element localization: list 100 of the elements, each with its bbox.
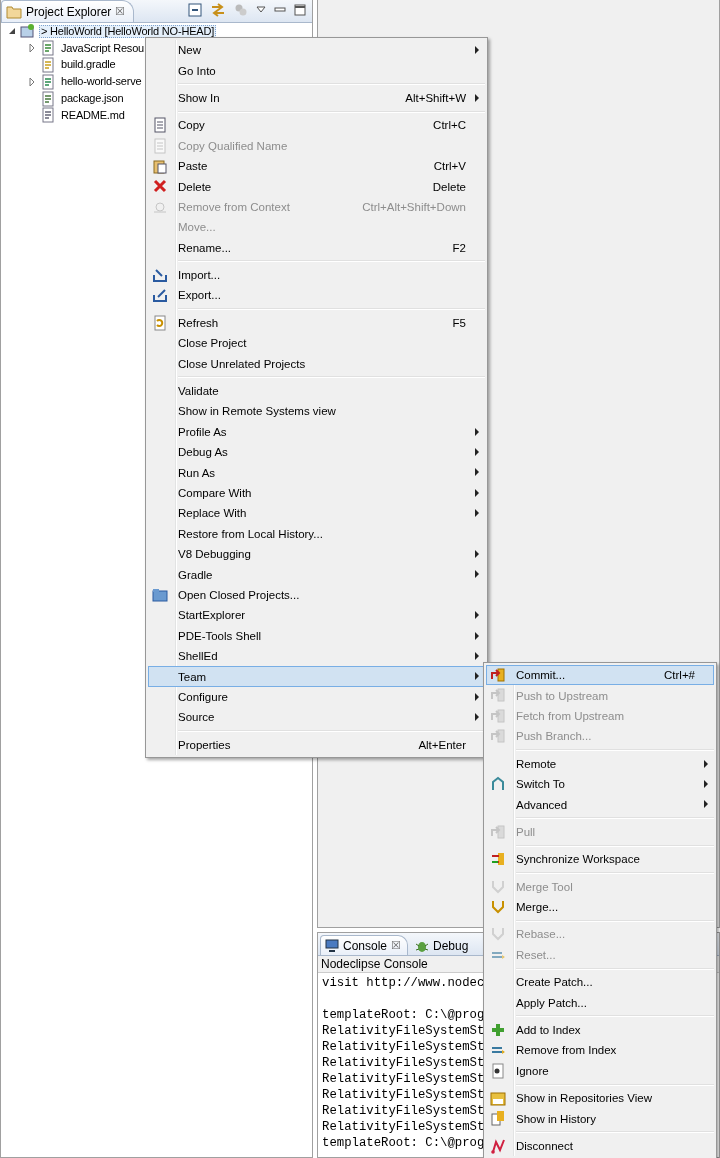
menu-item[interactable]: Gradle [148,564,485,585]
console-line: RelativityFileSystemSt [322,1024,485,1038]
view-menu-icon[interactable] [256,6,266,14]
delete-icon [152,178,168,195]
tree-item[interactable]: package.json [59,92,126,106]
menu-item[interactable]: Apply Patch... [486,992,714,1013]
menu-item[interactable]: V8 Debugging [148,544,485,565]
menu-item[interactable]: Properties Alt+Enter [148,734,485,755]
shortcut-label: F2 [452,241,466,254]
collapsed-arrow-icon[interactable] [27,76,37,87]
shortcut-label: Ctrl+V [433,160,466,173]
branch-icon [490,775,506,792]
refresh-icon [152,314,168,331]
tab-title: Project Explorer [26,4,112,19]
menu-item[interactable]: Remote [486,753,714,774]
menu-item[interactable]: Compare With [148,482,485,504]
shortcut-label: F5 [452,316,466,329]
close-icon[interactable]: ☒ [391,939,402,952]
tree-item[interactable]: README.md [59,108,127,122]
menu-item[interactable]: PDE-Tools Shell [148,625,485,646]
disconnect-icon [490,1137,506,1154]
folder-icon [6,4,22,19]
shortcut-label: Delete [432,180,466,193]
close-icon[interactable]: ☒ [115,5,126,18]
project-icon [20,23,36,40]
clipboard-icon [152,157,168,174]
menu-item[interactable]: Export... [148,285,485,306]
maximize-icon[interactable] [294,4,306,16]
menu-item[interactable]: Validate [148,380,485,402]
view-tab[interactable]: Debug [410,935,476,955]
monitor-icon [325,939,339,952]
file-icon [40,90,56,107]
menu-item[interactable]: Merge... [486,896,714,918]
tree-item[interactable]: > HelloWorld [HelloWorld NO-HEAD] [39,24,216,38]
menu-item[interactable]: Show in History [486,1108,714,1129]
link-icon[interactable] [210,3,226,17]
menu-item[interactable]: Ignore [486,1060,714,1082]
menu-item[interactable]: Switch To [486,773,714,795]
rebase-icon [490,926,506,943]
file-icon [40,40,56,57]
menu-item[interactable]: Commit... Ctrl+# [486,665,714,686]
menu-item[interactable]: Import... [148,264,485,286]
console-line: templateRoot: C:\@prog [322,1008,485,1022]
merge-icon [490,898,506,915]
console-line: RelativityFileSystemSt [322,1040,485,1054]
menu-item[interactable]: Team [148,666,485,687]
view-tab[interactable]: Project Explorer ☒ [1,0,135,22]
menu-item[interactable]: Debug As [148,442,485,463]
menu-item[interactable]: Synchronize Workspace [486,849,714,870]
menu-item[interactable]: Disconnect [486,1135,714,1157]
view-tab[interactable]: Console ☒ [320,935,409,955]
file-icon [40,107,56,124]
minimize-icon[interactable] [274,5,286,15]
menu-item[interactable]: Go Into [148,60,485,81]
menu-item[interactable]: Restore from Local History... [148,523,485,544]
sync-icon [490,851,506,868]
expanded-arrow-icon[interactable] [7,26,17,37]
menu-item[interactable]: Delete Delete [148,176,485,197]
menu-item[interactable]: Run As [148,462,485,483]
menu-item[interactable]: Source [148,707,485,728]
collapse-all-icon[interactable] [188,3,202,17]
menu-item[interactable]: StartExplorer [148,605,485,626]
collapsed-arrow-icon[interactable] [27,43,37,54]
menu-item[interactable]: Rename... F2 [148,237,485,258]
menu-item[interactable]: Create Patch... [486,972,714,993]
menu-item[interactable]: ShellEd [148,645,485,667]
menu-item[interactable]: Replace With [148,503,485,524]
menu-item[interactable]: Show In Alt+Shift+W [148,87,485,109]
history-icon [490,1110,506,1127]
tree-item[interactable]: JavaScript Resou [59,41,146,55]
menu-item[interactable]: Configure [148,686,485,708]
menu-item[interactable]: Remove from Index [486,1040,714,1061]
document-icon [152,117,168,134]
menu-item[interactable]: Close Project [148,333,485,354]
import-icon [152,266,168,283]
menu-item[interactable]: Show in Remote Systems view [148,401,485,422]
console-line: templateRoot: C:\@prog [322,1136,485,1150]
menu-item[interactable]: Close Unrelated Projects [148,353,485,374]
arrow-icon [490,687,506,704]
shortcut-label: Alt+Enter [418,738,466,751]
menu-item[interactable]: Add to Index [486,1019,714,1041]
menu-item[interactable]: Paste Ctrl+V [148,155,485,177]
menu-item[interactable]: Advanced [486,794,714,815]
menu-item[interactable]: Open Closed Projects... [148,584,485,606]
menu-item[interactable]: Profile As [148,421,485,443]
menu-item[interactable]: Refresh F5 [148,312,485,334]
menu-item[interactable]: New [148,40,485,61]
arrow-icon [490,707,506,724]
plus-icon [490,1021,506,1038]
commit-icon [490,667,506,683]
menu-item[interactable]: Show in Repositories View [486,1088,714,1109]
console-line: RelativityFileSystemSt [322,1104,485,1118]
shortcut-label: Ctrl+C [433,119,466,132]
file-icon [40,73,56,90]
tree-item[interactable]: build.gradle [59,58,118,72]
menu-item[interactable]: Copy Ctrl+C [148,115,485,136]
console-line: RelativityFileSystemSt [322,1072,485,1086]
tree-item[interactable]: hello-world-serve [59,75,144,89]
folder-icon [152,586,168,603]
repository-icon [490,1090,506,1107]
